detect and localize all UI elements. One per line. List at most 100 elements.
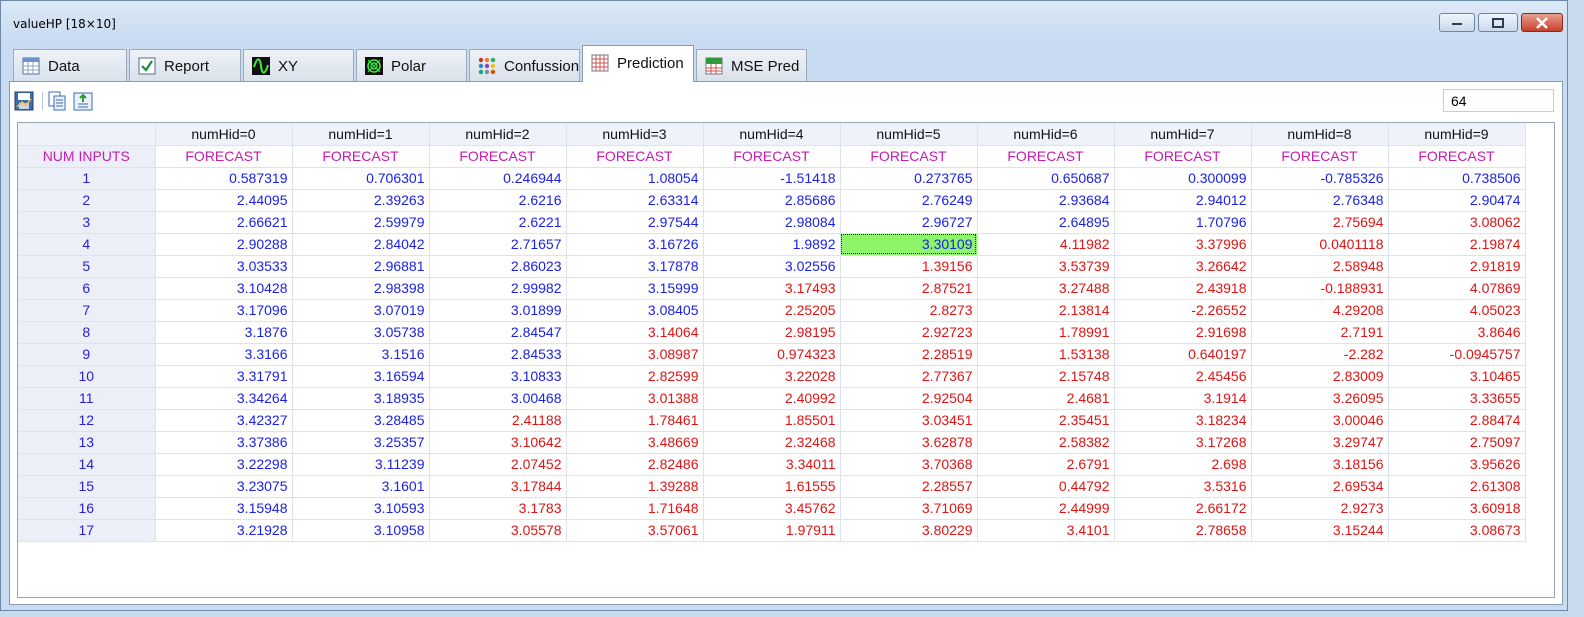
forecast-cell[interactable]: 0.587319 — [155, 167, 293, 190]
forecast-cell[interactable]: 3.08987 — [566, 343, 704, 366]
forecast-cell[interactable]: 3.53739 — [977, 255, 1115, 278]
forecast-cell[interactable]: 2.66621 — [155, 211, 293, 234]
forecast-cell[interactable]: 2.92504 — [840, 387, 978, 410]
forecast-cell[interactable]: 2.98195 — [703, 321, 841, 344]
forecast-cell[interactable]: 2.77367 — [840, 365, 978, 388]
forecast-cell[interactable]: 1.85501 — [703, 409, 841, 432]
forecast-cell[interactable]: 2.41188 — [429, 409, 567, 432]
column-header[interactable]: numHid=0 — [155, 123, 293, 146]
forecast-cell[interactable]: 3.48669 — [566, 431, 704, 454]
forecast-cell[interactable]: 1.61555 — [703, 475, 841, 498]
tab-confussion[interactable]: Confussion — [469, 49, 580, 81]
forecast-cell[interactable]: 3.00046 — [1251, 409, 1389, 432]
forecast-cell[interactable]: 3.05578 — [429, 519, 567, 542]
forecast-cell[interactable]: 3.70368 — [840, 453, 978, 476]
forecast-cell[interactable]: 2.69534 — [1251, 475, 1389, 498]
forecast-cell[interactable]: 2.6791 — [977, 453, 1115, 476]
forecast-cell[interactable]: 3.10428 — [155, 277, 293, 300]
row-header[interactable]: 4 — [18, 233, 156, 256]
forecast-cell[interactable]: 2.45456 — [1114, 365, 1252, 388]
forecast-cell[interactable]: 3.22298 — [155, 453, 293, 476]
close-button[interactable] — [1521, 13, 1563, 32]
forecast-cell[interactable]: 2.84547 — [429, 321, 567, 344]
forecast-cell[interactable]: 3.34011 — [703, 453, 841, 476]
forecast-cell[interactable]: 3.18156 — [1251, 453, 1389, 476]
forecast-cell[interactable]: 0.246944 — [429, 167, 567, 190]
forecast-cell[interactable]: 3.28485 — [292, 409, 430, 432]
forecast-cell[interactable]: 2.32468 — [703, 431, 841, 454]
row-header[interactable]: 12 — [18, 409, 156, 432]
forecast-cell[interactable]: 3.05738 — [292, 321, 430, 344]
forecast-cell[interactable]: 3.29747 — [1251, 431, 1389, 454]
row-header[interactable]: 3 — [18, 211, 156, 234]
forecast-cell[interactable]: 2.97544 — [566, 211, 704, 234]
forecast-cell[interactable]: 2.7191 — [1251, 321, 1389, 344]
forecast-cell[interactable]: 0.273765 — [840, 167, 978, 190]
forecast-cell[interactable]: 2.43918 — [1114, 277, 1252, 300]
forecast-cell[interactable]: 2.61308 — [1388, 475, 1526, 498]
forecast-cell[interactable]: 2.28557 — [840, 475, 978, 498]
forecast-cell[interactable]: 3.1783 — [429, 497, 567, 520]
forecast-cell[interactable]: 2.90288 — [155, 233, 293, 256]
forecast-cell[interactable]: 3.31791 — [155, 365, 293, 388]
forecast-cell[interactable]: 2.82486 — [566, 453, 704, 476]
forecast-cell[interactable]: 3.4101 — [977, 519, 1115, 542]
forecast-cell[interactable]: 0.0401118 — [1251, 233, 1389, 256]
forecast-cell[interactable]: 3.1601 — [292, 475, 430, 498]
forecast-cell[interactable]: 2.99982 — [429, 277, 567, 300]
forecast-cell[interactable]: 3.60918 — [1388, 497, 1526, 520]
row-header[interactable]: 11 — [18, 387, 156, 410]
tab-prediction[interactable]: Prediction — [582, 45, 694, 82]
forecast-cell[interactable]: 3.30109 — [840, 233, 978, 256]
forecast-cell[interactable]: 2.83009 — [1251, 365, 1389, 388]
prediction-grid[interactable]: numHid=0 numHid=1 numHid=2 numHid=3 numHid=4… — [17, 122, 1555, 598]
forecast-cell[interactable]: 4.07869 — [1388, 277, 1526, 300]
forecast-cell[interactable]: 3.42327 — [155, 409, 293, 432]
forecast-cell[interactable]: 1.71648 — [566, 497, 704, 520]
forecast-cell[interactable]: 1.70796 — [1114, 211, 1252, 234]
forecast-cell[interactable]: 3.10642 — [429, 431, 567, 454]
forecast-cell[interactable]: 3.14064 — [566, 321, 704, 344]
row-header[interactable]: 15 — [18, 475, 156, 498]
forecast-cell[interactable]: -2.26552 — [1114, 299, 1252, 322]
forecast-cell[interactable]: 1.39288 — [566, 475, 704, 498]
forecast-cell[interactable]: 3.62878 — [840, 431, 978, 454]
forecast-cell[interactable]: 1.39156 — [840, 255, 978, 278]
forecast-cell[interactable]: 2.91698 — [1114, 321, 1252, 344]
forecast-cell[interactable]: 3.23075 — [155, 475, 293, 498]
forecast-cell[interactable]: 2.93684 — [977, 189, 1115, 212]
title-bar[interactable]: valueHP [18×10] — [1, 1, 1567, 41]
row-header[interactable]: 16 — [18, 497, 156, 520]
forecast-cell[interactable]: 2.07452 — [429, 453, 567, 476]
forecast-cell[interactable]: 1.97911 — [703, 519, 841, 542]
column-header[interactable]: numHid=3 — [566, 123, 704, 146]
forecast-cell[interactable]: 3.00468 — [429, 387, 567, 410]
forecast-cell[interactable]: -0.785326 — [1251, 167, 1389, 190]
forecast-cell[interactable]: 2.58948 — [1251, 255, 1389, 278]
forecast-cell[interactable]: -0.188931 — [1251, 277, 1389, 300]
forecast-cell[interactable]: 3.27488 — [977, 277, 1115, 300]
forecast-cell[interactable]: 1.53138 — [977, 343, 1115, 366]
row-header[interactable]: 6 — [18, 277, 156, 300]
column-header[interactable]: numHid=6 — [977, 123, 1115, 146]
forecast-cell[interactable]: 3.22028 — [703, 365, 841, 388]
forecast-cell[interactable]: 2.19874 — [1388, 233, 1526, 256]
forecast-cell[interactable]: 3.80229 — [840, 519, 978, 542]
forecast-cell[interactable]: 3.71069 — [840, 497, 978, 520]
forecast-cell[interactable]: 0.640197 — [1114, 343, 1252, 366]
forecast-cell[interactable]: 2.82599 — [566, 365, 704, 388]
forecast-cell[interactable]: 3.17878 — [566, 255, 704, 278]
column-header[interactable]: numHid=5 — [840, 123, 978, 146]
forecast-cell[interactable]: 2.40992 — [703, 387, 841, 410]
forecast-cell[interactable]: 3.17493 — [703, 277, 841, 300]
forecast-cell[interactable]: 2.39263 — [292, 189, 430, 212]
tab-report[interactable]: Report — [129, 49, 241, 81]
forecast-cell[interactable]: 2.91819 — [1388, 255, 1526, 278]
column-header[interactable]: numHid=9 — [1388, 123, 1526, 146]
row-header[interactable]: 17 — [18, 519, 156, 542]
forecast-cell[interactable]: 1.78991 — [977, 321, 1115, 344]
forecast-cell[interactable]: 3.26642 — [1114, 255, 1252, 278]
column-header[interactable]: numHid=4 — [703, 123, 841, 146]
forecast-cell[interactable]: 1.9892 — [703, 233, 841, 256]
forecast-cell[interactable]: 3.08405 — [566, 299, 704, 322]
